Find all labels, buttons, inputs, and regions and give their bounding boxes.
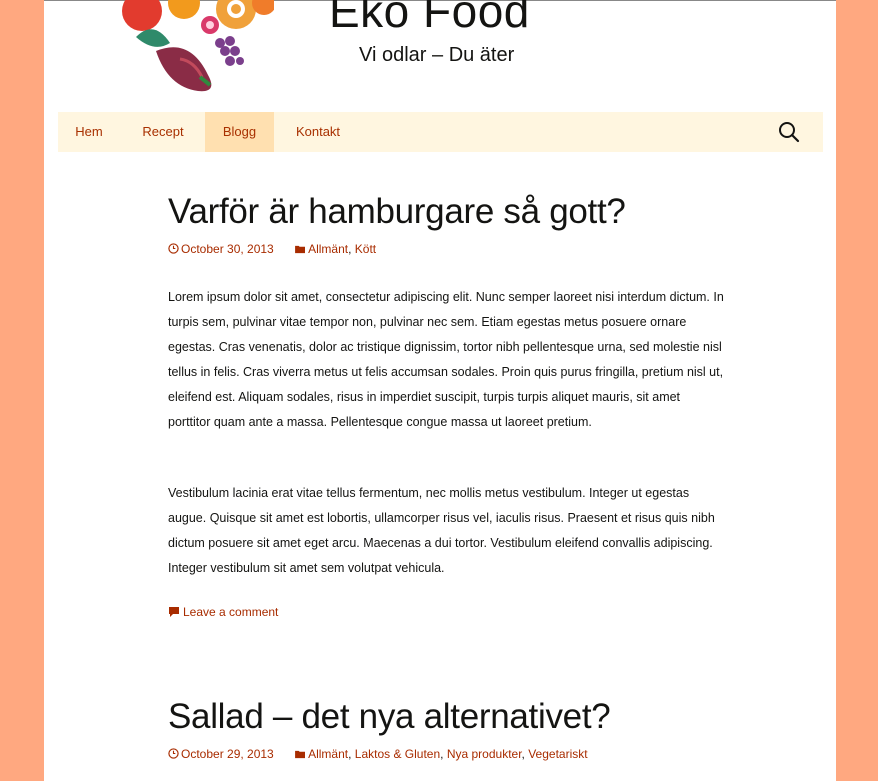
clock-icon: [168, 748, 179, 759]
folder-icon: [295, 245, 306, 254]
eko-food-logo[interactable]: [114, 0, 274, 93]
leave-comment-link[interactable]: Leave a comment: [168, 604, 278, 620]
main-navigation: Hem Recept Blogg Kontakt: [58, 112, 823, 152]
site-tagline: Vi odlar – Du äter: [359, 44, 515, 66]
nav-item-hem[interactable]: Hem: [58, 112, 120, 152]
post-title[interactable]: Varför är hamburgare så gott?: [168, 192, 626, 232]
post-meta: October 29, 2013 Allmänt, Laktos & Glute…: [168, 746, 588, 762]
category-link[interactable]: Allmänt: [308, 747, 348, 761]
post-meta: October 30, 2013 Allmänt, Kött: [168, 241, 376, 257]
nav-item-blogg[interactable]: Blogg: [205, 112, 274, 152]
site-title[interactable]: Eko Food: [329, 0, 530, 37]
category-link[interactable]: Vegetariskt: [528, 747, 587, 761]
category-link[interactable]: Allmänt: [308, 242, 348, 256]
nav-item-recept[interactable]: Recept: [120, 112, 206, 152]
post-paragraph: Vestibulum lacinia erat vitae tellus fer…: [168, 486, 715, 575]
post-date[interactable]: October 30, 2013: [181, 242, 274, 256]
post-date[interactable]: October 29, 2013: [181, 747, 274, 761]
post-paragraph: Lorem ipsum dolor sit amet, consectetur …: [168, 290, 724, 429]
comment-icon: [169, 607, 179, 617]
page-container: Eko Food Vi odlar – Du äter Hem Recept B…: [44, 0, 836, 781]
nav-item-kontakt[interactable]: Kontakt: [274, 112, 362, 152]
search-icon[interactable]: [777, 120, 801, 144]
category-link[interactable]: Kött: [355, 242, 376, 256]
leave-comment-label[interactable]: Leave a comment: [183, 605, 278, 619]
folder-icon: [295, 750, 306, 759]
post-title[interactable]: Sallad – det nya alternativet?: [168, 697, 611, 737]
category-link[interactable]: Laktos & Gluten: [355, 747, 440, 761]
category-link[interactable]: Nya produkter: [447, 747, 522, 761]
clock-icon: [168, 243, 179, 254]
